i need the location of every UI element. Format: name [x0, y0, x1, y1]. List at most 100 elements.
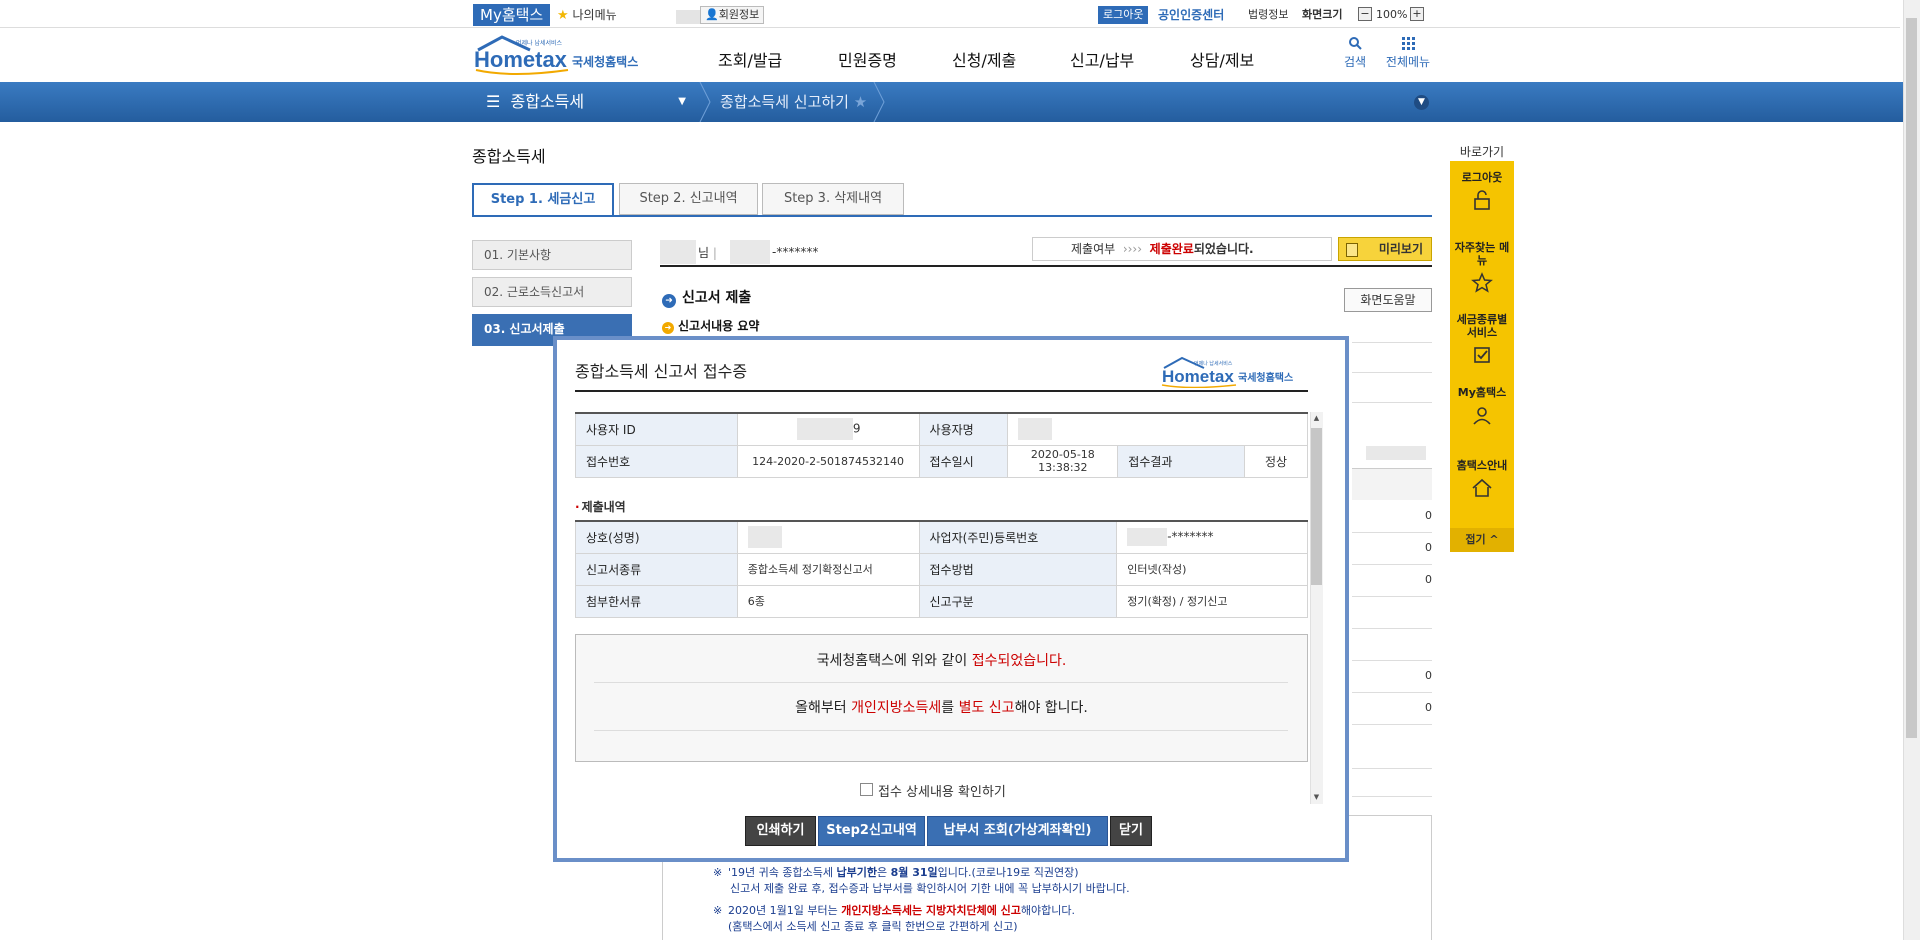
my-menu-link[interactable]: ★ 나의메뉴 — [557, 6, 617, 24]
receipt-datetime-value: 2020-05-18 13:38:32 — [1007, 444, 1119, 478]
close-button[interactable]: 닫기 — [1110, 816, 1152, 846]
quick-guide-label: 홈택스안내 — [1456, 459, 1508, 472]
cert-center-link[interactable]: 공인인증센터 — [1158, 6, 1224, 24]
hometax-logo[interactable]: Hometax 국세청홈택스 언제나 납세서비스 — [472, 34, 652, 76]
notice-line-4: (홈택스에서 소득세 신고 종료 후 클릭 한번으로 간편하게 신고) — [728, 920, 1018, 933]
step2-history-button[interactable]: Step2신고내역 — [818, 816, 925, 846]
user-icon — [1473, 407, 1491, 425]
user-honorific: 님 | — [698, 246, 717, 260]
modal-title: 종합소득세 신고서 접수증 — [575, 362, 748, 381]
company-value — [736, 520, 920, 554]
notice-line-1: '19년 귀속 종합소득세 납부기한은 8월 31일입니다.(코로나19로 직권… — [728, 866, 1079, 879]
chevron-down-icon[interactable]: ▼ — [1414, 95, 1429, 110]
report-category-label: 신고구분 — [918, 584, 1118, 618]
caret-down-icon: ▼ — [678, 96, 686, 107]
breadcrumb-bar — [0, 82, 1903, 122]
person-icon: 👤 — [705, 8, 719, 21]
summary-title: ➜ 신고서내용 요약 — [662, 317, 759, 334]
user-id-value: 9 — [736, 412, 920, 446]
report-type-label: 신고서종류 — [575, 552, 738, 586]
search-icon — [1349, 37, 1362, 50]
table-row: 접수번호 124-2020-2-501874532140 접수일시 2020-0… — [575, 444, 1308, 478]
result-message-2: 올해부터 개인지방소득세를 별도 신고해야 합니다. — [795, 700, 1088, 716]
scroll-up-icon[interactable]: ▲ — [1311, 414, 1322, 422]
all-menu-label: 전체메뉴 — [1385, 55, 1431, 69]
quick-tax-service[interactable]: 세금종류별 서비스 — [1450, 313, 1514, 367]
tab-step1-tax-report[interactable]: Step 1. 세금신고 — [472, 183, 614, 215]
member-info-button[interactable]: 👤회원정보 — [700, 6, 765, 24]
hometax-logo-graphic: Hometax 국세청홈택스 언제나 납세서비스 — [1161, 356, 1293, 389]
confirm-detail-label[interactable]: 접수 상세내용 확인하기 — [878, 781, 1006, 800]
screen-help-button[interactable]: 화면도움말 — [1344, 288, 1432, 312]
modal-logo-text: Hometax — [1162, 367, 1234, 386]
receipt-result-value: 정상 — [1244, 444, 1308, 478]
preview-button[interactable]: 미리보기 — [1338, 237, 1432, 261]
breadcrumb-section-dropdown[interactable]: ☰ 종합소득세 ▼ — [472, 82, 700, 122]
modal-title-divider — [575, 390, 1308, 392]
page-scrollbar-thumb[interactable] — [1906, 18, 1917, 738]
quick-menu-title: 바로가기 — [1459, 145, 1505, 159]
all-menu-button[interactable]: 전체메뉴 — [1380, 36, 1436, 70]
gnb-report-pay[interactable]: 신고/납부 — [1070, 47, 1134, 71]
side-step-basic-info[interactable]: 01. 기본사항 — [472, 240, 632, 270]
screen-size-label: 화면크기 — [1302, 8, 1343, 21]
user-id-label: 사용자 ID — [575, 412, 738, 446]
my-hometax-link[interactable]: My홈택스 — [473, 4, 551, 26]
quick-my-hometax[interactable]: My홈택스 — [1450, 386, 1514, 427]
modal-logo-tagline: 언제나 납세서비스 — [1194, 360, 1233, 367]
user-name-label: 사용자명 — [918, 412, 1009, 446]
summary-row-divider — [1352, 372, 1432, 373]
zoom-out-button[interactable]: − — [1358, 7, 1372, 21]
logo-tagline: 언제나 납세서비스 — [516, 39, 563, 47]
notice-line-3: 2020년 1월1일 부터는 개인지방소득세는 지방자치단체에 신고해야합니다. — [728, 904, 1076, 917]
zoom-in-button[interactable]: + — [1410, 7, 1424, 21]
report-type-value: 종합소득세 정기확정신고서 — [736, 552, 920, 586]
modal-hometax-logo: Hometax 국세청홈택스 언제나 납세서비스 — [1160, 356, 1308, 389]
table-row: 상호(성명) 사업자(주민)등록번호 -******* — [575, 520, 1308, 554]
gnb-consult[interactable]: 상담/제보 — [1190, 47, 1254, 71]
regno-label: 사업자(주민)등록번호 — [918, 520, 1118, 554]
gnb-inquiry[interactable]: 조회/발급 — [718, 47, 782, 71]
quick-logout-label: 로그아웃 — [1461, 171, 1503, 184]
quick-menu: 로그아웃 자주찾는 메뉴 세금종류별 서비스 My홈택스 홈택스안내 — [1450, 161, 1514, 552]
submission-detail-table: 상호(성명) 사업자(주민)등록번호 -******* 신고서종류 종합소득세 … — [575, 520, 1308, 618]
summary-row-divider — [1352, 564, 1432, 565]
law-info-link[interactable]: 법령정보 — [1248, 6, 1288, 24]
modal-logo-subtext: 국세청홈택스 — [1238, 371, 1293, 384]
summary-value: 0 — [1425, 573, 1432, 586]
top-utility-bar — [0, 0, 1900, 28]
favorite-star-icon[interactable]: ★ — [854, 93, 867, 111]
tab-step2-report-history[interactable]: Step 2. 신고내역 — [619, 183, 758, 215]
quick-frequent-menu[interactable]: 자주찾는 메뉴 — [1450, 241, 1514, 295]
unlock-icon — [1474, 190, 1490, 210]
scroll-down-icon[interactable]: ▼ — [1311, 793, 1322, 801]
notice-mark: ※ — [713, 904, 723, 917]
logout-button[interactable]: 로그아웃 — [1098, 6, 1149, 24]
arrow-right-icon: ➜ — [662, 322, 674, 334]
search-button[interactable]: 검색 — [1338, 36, 1372, 70]
side-step-earned-income[interactable]: 02. 근로소득신고서 — [472, 277, 632, 307]
tab-step3-deleted-history[interactable]: Step 3. 삭제내역 — [762, 183, 904, 215]
summary-row-divider — [1352, 342, 1432, 343]
quick-menu-fold-button[interactable]: 접기 ^ — [1450, 528, 1514, 552]
breadcrumb-separator-icon — [873, 82, 885, 122]
section-title: ➜ 신고서 제출 — [662, 287, 751, 308]
quick-logout[interactable]: 로그아웃 — [1450, 171, 1514, 212]
summary-value: 0 — [1425, 701, 1432, 714]
receipt-no-label: 접수번호 — [575, 444, 738, 478]
hamburger-icon: ☰ — [486, 92, 501, 111]
payment-bill-button[interactable]: 납부서 조회(가상계좌확인) — [927, 816, 1108, 846]
modal-scrollbar-thumb[interactable] — [1311, 428, 1322, 585]
breadcrumb-current: 종합소득세 신고하기 ★ — [708, 82, 867, 122]
receipt-method-value: 인터넷(작성) — [1116, 552, 1308, 586]
confirm-detail-checkbox[interactable] — [860, 783, 873, 796]
tab-underline — [472, 215, 1432, 217]
print-button[interactable]: 인쇄하기 — [745, 816, 816, 846]
user-id-mask: -******* — [772, 245, 819, 259]
masked-user-name — [660, 240, 696, 264]
quick-hometax-guide[interactable]: 홈택스안내 — [1450, 459, 1514, 500]
gnb-certificate[interactable]: 민원증명 — [838, 47, 897, 71]
receipt-method-label: 접수방법 — [918, 552, 1118, 586]
summary-value: 0 — [1425, 509, 1432, 522]
gnb-application[interactable]: 신청/제출 — [952, 47, 1016, 71]
